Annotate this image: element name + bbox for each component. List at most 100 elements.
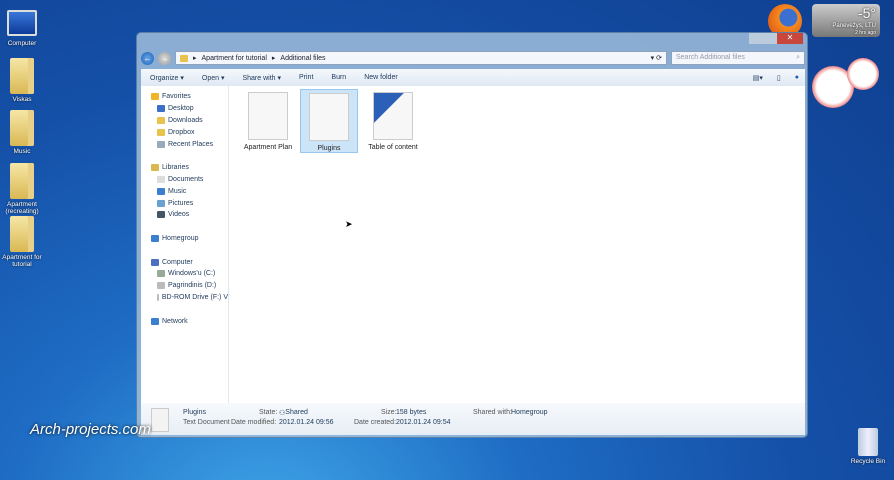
videos-icon (157, 211, 165, 219)
back-button[interactable]: ← (141, 51, 154, 65)
details-pane: Plugins Text Document State: ⚇ Shared Da… (141, 403, 805, 435)
recycle-bin-icon (858, 428, 878, 456)
homegroup-icon (151, 234, 159, 242)
sidebar-item-dropbox[interactable]: Dropbox (141, 126, 228, 138)
label: Pictures (168, 199, 194, 207)
folder-icon (10, 216, 34, 252)
print-button[interactable]: Print (299, 74, 313, 81)
label: Network (162, 317, 188, 325)
folder-icon (10, 163, 34, 199)
optical-drive-icon (157, 293, 159, 301)
documents-icon (157, 175, 165, 183)
downloads-icon (157, 116, 165, 124)
open-button[interactable]: Open ▾ (202, 74, 225, 82)
sidebar-network[interactable]: Network (141, 315, 228, 327)
window-controls: ✕ (749, 33, 803, 44)
label: Shared with: (473, 409, 512, 416)
burn-button[interactable]: Burn (331, 74, 346, 81)
label: Pagrindinis (D:) (168, 282, 217, 290)
sidebar-libraries[interactable]: Libraries (141, 162, 228, 174)
memory-gauge (847, 58, 879, 90)
forward-button[interactable]: → (158, 51, 171, 65)
sidebar-item-music[interactable]: Music (141, 185, 228, 197)
file-item[interactable]: Table of content (362, 89, 424, 153)
label: Date modified: (231, 419, 277, 426)
desktop-icon (157, 105, 165, 113)
word-document-icon (373, 92, 413, 140)
label: Dropbox (168, 128, 195, 136)
star-icon (151, 93, 159, 101)
file-list: Apartment Plan Plugins Table of content … (229, 86, 805, 403)
sidebar-item-documents[interactable]: Documents (141, 174, 228, 186)
watermark: Arch-projects.com (30, 421, 151, 438)
sidebar-favorites[interactable]: Favorites (141, 91, 228, 103)
recycle-bin[interactable]: Recycle Bin (848, 428, 888, 465)
drive-icon (157, 270, 165, 278)
drive-icon (157, 282, 165, 290)
label: Date created: (354, 419, 397, 426)
details-state: ⚇ Shared (279, 409, 308, 417)
refresh-icon[interactable]: ▾ ⟳ (651, 54, 666, 62)
desktop-icon-computer[interactable]: Computer (2, 10, 42, 47)
sidebar-computer[interactable]: Computer (141, 256, 228, 268)
breadcrumb-item[interactable]: Additional files (280, 55, 325, 62)
location: Panevėžys, LTU (832, 23, 876, 29)
breadcrumb-item[interactable]: Apartment for tutorial (202, 55, 267, 62)
temperature: -5° (857, 5, 876, 21)
share-with-button[interactable]: Share with ▾ (242, 74, 281, 82)
navigation-pane: Favorites Desktop Downloads Dropbox Rece… (141, 86, 229, 403)
sidebar-item-drive-c[interactable]: Windows'u (C:) (141, 268, 228, 280)
label: Music (13, 148, 31, 155)
sidebar-item-downloads[interactable]: Downloads (141, 115, 228, 127)
help-icon[interactable]: ● (795, 74, 799, 82)
details-size: 158 bytes (396, 409, 427, 416)
sidebar-item-pictures[interactable]: Pictures (141, 197, 228, 209)
libraries-icon (151, 164, 159, 172)
details-modified: 2012.01.24 09:56 (279, 419, 334, 426)
label: Recycle Bin (850, 458, 886, 465)
close-button[interactable]: ✕ (777, 33, 803, 44)
updated: 2 hrs ago (855, 30, 876, 36)
view-options-icon[interactable]: ▤▾ (753, 74, 763, 82)
desktop-icon-apartment-tutorial[interactable]: Apartment for tutorial (2, 216, 42, 268)
file-item[interactable]: Apartment Plan (239, 89, 297, 153)
weather-gadget[interactable]: -5° Panevėžys, LTU 2 hrs ago (812, 4, 880, 37)
pictures-icon (157, 199, 165, 207)
recent-places-icon (157, 140, 165, 148)
label: Desktop (168, 105, 194, 113)
computer-icon (7, 10, 37, 36)
search-icon: ⌕ (796, 54, 800, 61)
sidebar-item-recent-places[interactable]: Recent Places (141, 138, 228, 150)
label: Computer (7, 40, 37, 47)
file-item[interactable]: Plugins (300, 89, 358, 153)
desktop-icon-music[interactable]: Music (2, 110, 42, 155)
dropbox-icon (157, 128, 165, 136)
label: Music (168, 187, 187, 195)
details-type: Text Document (183, 419, 230, 426)
sidebar-homegroup[interactable]: Homegroup (141, 233, 228, 245)
network-icon (151, 317, 159, 325)
maximize-button[interactable] (763, 33, 777, 44)
label: Downloads (168, 116, 203, 124)
address-bar[interactable]: ▸ Apartment for tutorial ▸ Additional fil… (175, 51, 667, 65)
minimize-button[interactable] (749, 33, 763, 44)
label: Viskas (12, 96, 32, 103)
preview-pane-icon[interactable]: ▯ (777, 74, 781, 82)
label: Recent Places (168, 140, 214, 148)
computer-icon (151, 258, 159, 266)
label: Favorites (162, 93, 191, 101)
file-name: Table of content (368, 144, 418, 151)
search-input[interactable]: Search Additional files ⌕ (671, 51, 805, 65)
label: BD-ROM Drive (F:) V (161, 293, 228, 301)
sidebar-item-videos[interactable]: Videos (141, 209, 228, 221)
text-document-icon (309, 93, 349, 141)
organize-button[interactable]: Organize ▾ (150, 74, 184, 82)
sidebar-item-desktop[interactable]: Desktop (141, 103, 228, 115)
desktop-icon-viskas[interactable]: Viskas (2, 58, 42, 103)
sidebar-item-drive-f[interactable]: BD-ROM Drive (F:) V (141, 292, 228, 304)
new-folder-button[interactable]: New folder (364, 74, 397, 81)
label: Libraries (162, 164, 189, 172)
sidebar-item-drive-d[interactable]: Pagrindinis (D:) (141, 280, 228, 292)
label: Windows'u (C:) (168, 270, 216, 278)
desktop-icon-apartment-recreating[interactable]: Apartment (recreating) (2, 163, 42, 215)
